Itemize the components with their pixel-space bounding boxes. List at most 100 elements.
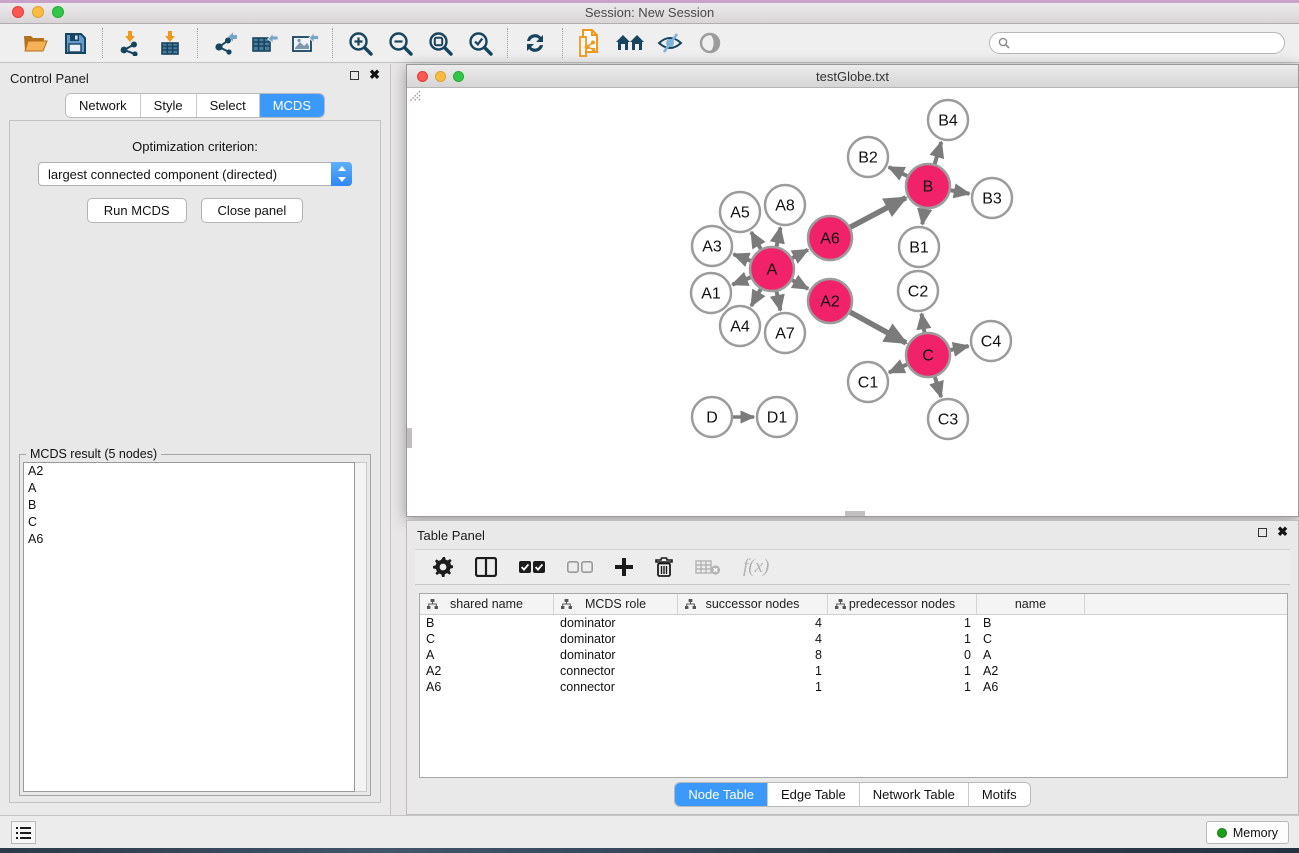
graph-node-B2[interactable]: B2 (848, 137, 888, 177)
graph-node-A8[interactable]: A8 (765, 185, 805, 225)
import-network-icon[interactable] (113, 28, 147, 58)
column-header-shared-name[interactable]: shared name (420, 594, 554, 614)
mcds-result-list[interactable]: A2ABCA6 (23, 462, 355, 792)
deselect-all-checkboxes-icon[interactable] (567, 561, 593, 574)
close-table-panel-icon[interactable]: ✖ (1277, 527, 1288, 537)
search-input[interactable] (1015, 36, 1276, 50)
show-eye-icon[interactable] (693, 28, 727, 58)
edge-A-A7[interactable] (777, 292, 781, 311)
canvas-horizontal-scrollbar[interactable] (845, 511, 865, 516)
edge-C-C1[interactable] (889, 364, 907, 372)
graph-node-C2[interactable]: C2 (898, 271, 938, 311)
delete-trash-icon[interactable] (655, 557, 673, 577)
table-row[interactable]: Cdominator41C (420, 631, 1287, 647)
graph-node-A6[interactable]: A6 (808, 216, 852, 260)
graph-node-D1[interactable]: D1 (757, 397, 797, 437)
graph-node-B[interactable]: B (906, 164, 950, 208)
result-list-item[interactable]: A2 (24, 463, 354, 480)
export-image-icon[interactable] (288, 28, 322, 58)
run-mcds-button[interactable]: Run MCDS (87, 198, 187, 223)
tab-style[interactable]: Style (140, 94, 196, 117)
graph-node-C4[interactable]: C4 (971, 321, 1011, 361)
edge-B-B4[interactable] (935, 142, 942, 164)
graph-node-C3[interactable]: C3 (928, 399, 968, 439)
edge-A2-C[interactable] (850, 312, 906, 343)
home-first-neighbors-icon[interactable] (613, 28, 647, 58)
graph-node-B1[interactable]: B1 (899, 227, 939, 267)
edge-B-B3[interactable] (951, 190, 970, 194)
criterion-dropdown[interactable]: largest connected component (directed) (38, 162, 352, 186)
table-row[interactable]: Bdominator41B (420, 615, 1287, 631)
import-table-icon[interactable] (153, 28, 187, 58)
tab-select[interactable]: Select (196, 94, 259, 117)
edge-B-B1[interactable] (922, 209, 924, 224)
table-row[interactable]: A6connector11A6 (420, 679, 1287, 695)
edge-C-C4[interactable] (950, 346, 968, 350)
graph-node-A7[interactable]: A7 (765, 313, 805, 353)
canvas-vertical-scrollbar[interactable] (407, 428, 412, 448)
graph-node-A1[interactable]: A1 (691, 273, 731, 313)
float-panel-icon[interactable] (350, 71, 359, 80)
edge-A-A3[interactable] (733, 254, 750, 261)
column-header-predecessor-nodes[interactable]: predecessor nodes (828, 594, 977, 614)
column-header-successor-nodes[interactable]: successor nodes (678, 594, 828, 614)
graph-node-A2[interactable]: A2 (808, 279, 852, 323)
column-header-name[interactable]: name (977, 594, 1085, 614)
table-row[interactable]: A2connector11A2 (420, 663, 1287, 679)
edge-A-A6[interactable] (792, 250, 808, 258)
close-panel-icon[interactable]: ✖ (369, 70, 380, 80)
delete-table-icon[interactable] (695, 559, 721, 576)
zoom-fit-icon[interactable] (423, 28, 457, 58)
refresh-layout-icon[interactable] (518, 28, 552, 58)
table-settings-gear-icon[interactable] (433, 557, 453, 577)
hide-selected-eye-icon[interactable] (653, 28, 687, 58)
add-column-plus-icon[interactable] (615, 558, 633, 576)
result-list-scrollbar[interactable] (355, 462, 367, 792)
zoom-selected-icon[interactable] (463, 28, 497, 58)
graph-node-C[interactable]: C (906, 333, 950, 377)
edge-A-A8[interactable] (777, 228, 781, 247)
save-session-icon[interactable] (58, 28, 92, 58)
result-list-item[interactable]: A (24, 480, 354, 497)
zoom-in-icon[interactable] (343, 28, 377, 58)
graph-node-D[interactable]: D (692, 397, 732, 437)
graph-node-A4[interactable]: A4 (720, 306, 760, 346)
export-network-icon[interactable] (208, 28, 242, 58)
float-table-panel-icon[interactable] (1258, 528, 1267, 537)
tab-network-table[interactable]: Network Table (859, 783, 968, 806)
tab-edge-table[interactable]: Edge Table (767, 783, 859, 806)
column-layout-icon[interactable] (475, 557, 497, 577)
memory-button[interactable]: Memory (1206, 821, 1289, 844)
column-header-MCDS-role[interactable]: MCDS role (554, 594, 678, 614)
close-panel-button[interactable]: Close panel (201, 198, 304, 223)
graph-node-A[interactable]: A (750, 247, 794, 291)
result-list-item[interactable]: B (24, 497, 354, 514)
edge-A-A1[interactable] (732, 277, 750, 284)
tab-node-table[interactable]: Node Table (675, 783, 767, 806)
export-table-icon[interactable] (248, 28, 282, 58)
edge-A-A4[interactable] (751, 289, 760, 306)
edge-B-B2[interactable] (889, 167, 908, 176)
table-row[interactable]: Adominator80A (420, 647, 1287, 663)
graph-node-A5[interactable]: A5 (720, 192, 760, 232)
tab-network[interactable]: Network (66, 94, 140, 117)
search-field[interactable] (989, 32, 1285, 54)
resize-grip-icon[interactable] (407, 88, 421, 102)
edge-C-C2[interactable] (922, 314, 925, 333)
new-network-from-file-icon[interactable] (573, 28, 607, 58)
task-history-button[interactable] (11, 821, 36, 844)
open-file-icon[interactable] (18, 28, 52, 58)
edge-C-C3[interactable] (935, 377, 941, 397)
network-graph[interactable]: B4 B2 B B3 B1 A5A8A6 A3 A A1 A2 A4A7 C2 C C4 C1 C3 D D1 (407, 88, 1298, 516)
network-canvas[interactable]: B4 B2 B B3 B1 A5A8A6 A3 A A1 A2 A4A7 C2 C C4 C1 C3 D D1 (407, 88, 1298, 516)
result-list-item[interactable]: A6 (24, 531, 354, 548)
edge-A-A5[interactable] (751, 232, 760, 249)
zoom-out-icon[interactable] (383, 28, 417, 58)
edge-A-A2[interactable] (792, 280, 808, 289)
graph-node-C1[interactable]: C1 (848, 362, 888, 402)
graph-node-B3[interactable]: B3 (972, 178, 1012, 218)
graph-node-A3[interactable]: A3 (692, 226, 732, 266)
graph-node-B4[interactable]: B4 (928, 100, 968, 140)
tab-motifs[interactable]: Motifs (968, 783, 1030, 806)
tab-mcds[interactable]: MCDS (259, 94, 324, 117)
